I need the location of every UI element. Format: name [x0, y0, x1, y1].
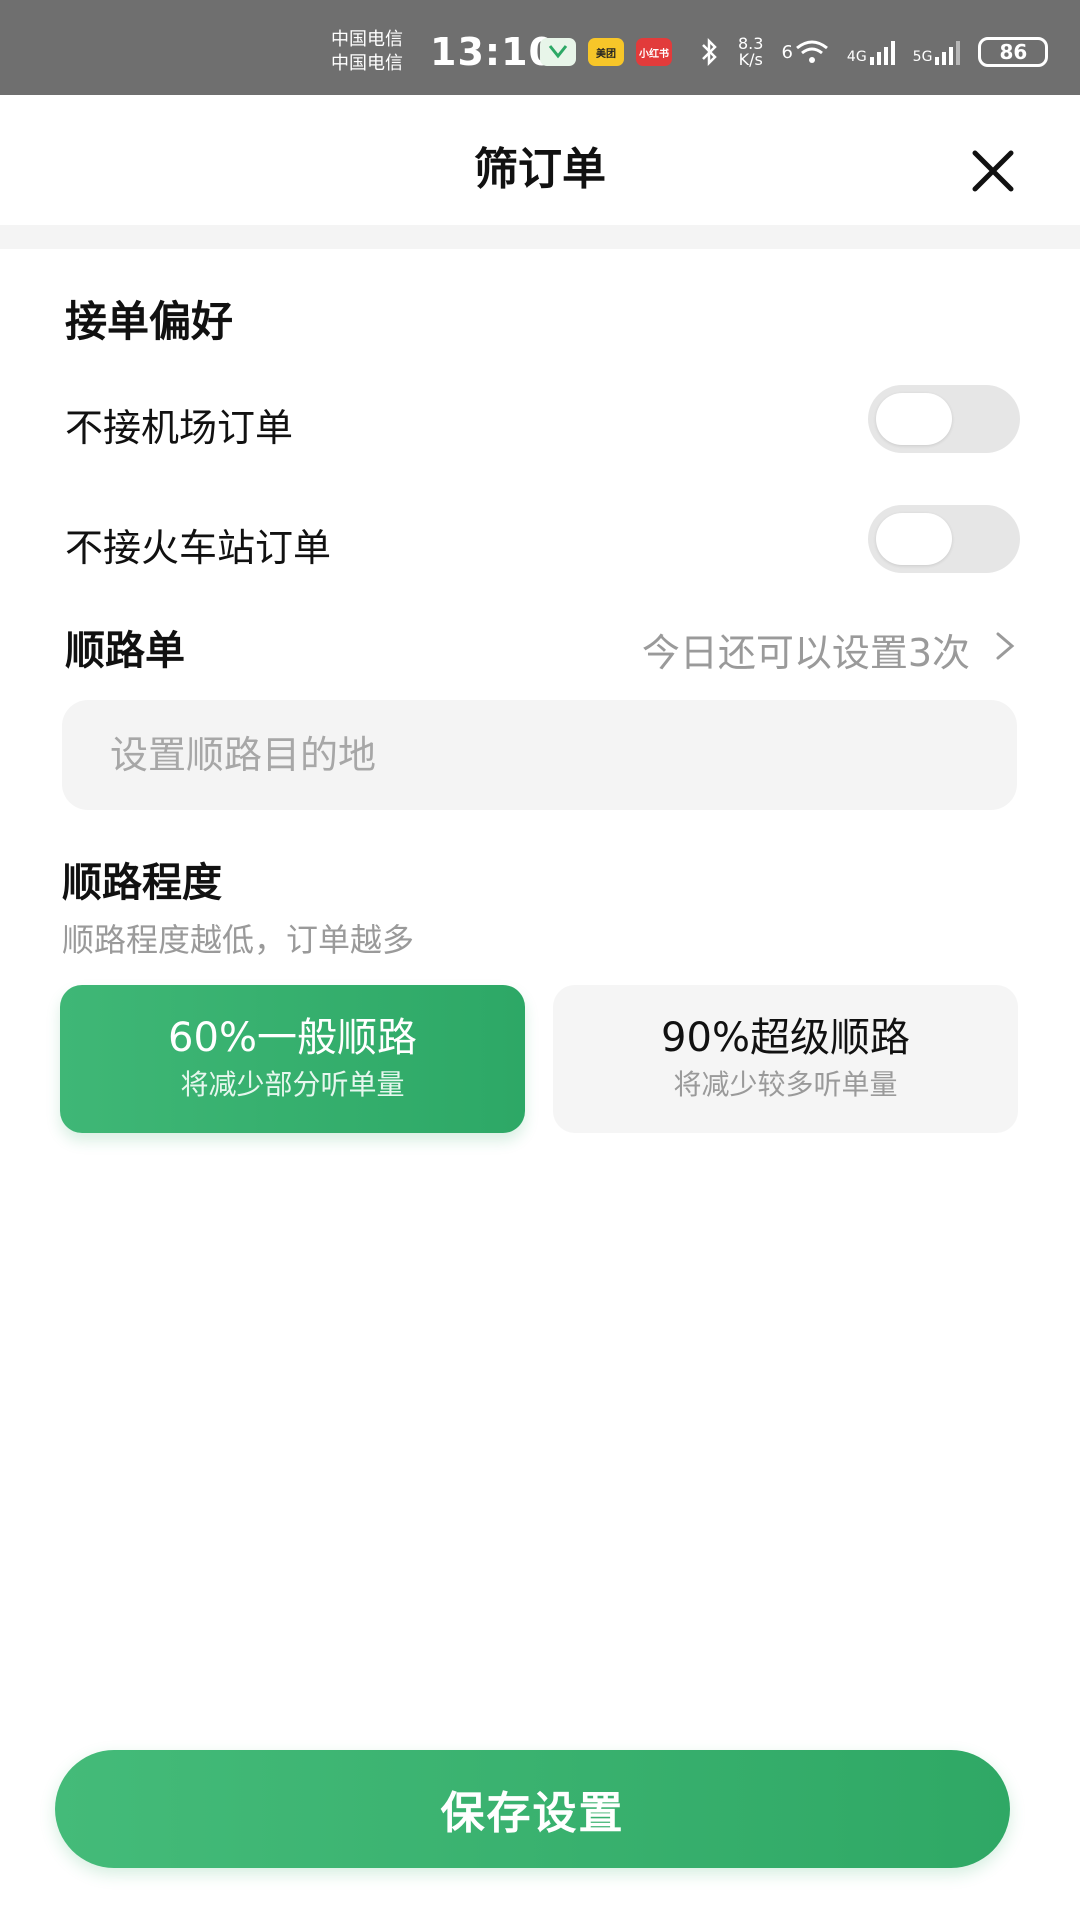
header-divider [0, 225, 1080, 249]
battery-indicator: 86 [978, 37, 1049, 67]
header: 筛订单 [0, 95, 1080, 225]
option-90-super[interactable]: 90%超级顺路 将减少较多听单量 [553, 985, 1018, 1133]
wechat-like-icon [540, 38, 576, 66]
signal-bars-icon [935, 39, 961, 65]
option-sub-label: 将减少较多听单量 [673, 1068, 898, 1101]
route-row[interactable]: 顺路单 今日还可以设置3次 [65, 618, 1020, 678]
close-icon[interactable] [965, 143, 1021, 199]
chevron-right-icon[interactable] [990, 626, 1020, 666]
route-destination-input[interactable] [62, 700, 1017, 810]
route-degree-title: 顺路程度 [62, 860, 222, 906]
notification-icons: 美团 小红书 [540, 38, 672, 66]
xiaohongshu-icon: 小红书 [636, 38, 672, 66]
signal-5g: 5G [913, 39, 961, 65]
carrier-1: 中国电信 [331, 29, 403, 50]
preferences-title: 接单偏好 [65, 297, 234, 346]
toggle-knob [876, 513, 952, 565]
page-title: 筛订单 [474, 144, 606, 195]
option-60-general[interactable]: 60%一般顺路 将减少部分听单量 [60, 985, 525, 1133]
carrier-2: 中国电信 [331, 53, 403, 74]
route-title: 顺路单 [65, 628, 185, 674]
bluetooth-icon [702, 37, 717, 67]
pref-label-airport: 不接机场订单 [65, 406, 294, 450]
toggle-train-station[interactable] [868, 505, 1020, 573]
pref-row-train-station: 不接火车站订单 [65, 505, 1020, 575]
wifi-icon [795, 40, 828, 63]
pref-label-train-station: 不接火车站订单 [65, 526, 332, 570]
signal-5g-label: 5G [912, 49, 933, 65]
toggle-airport[interactable] [868, 385, 1020, 453]
carrier-labels: 中国电信 中国电信 [331, 28, 403, 76]
signal-bars-icon [869, 39, 895, 65]
route-remaining-count: 今日还可以设置3次 [641, 631, 970, 675]
network-speed: 8.3 K/s [738, 36, 763, 68]
route-degree-subtitle: 顺路程度越低，订单越多 [62, 921, 415, 959]
option-main-label: 90%超级顺路 [661, 1015, 910, 1061]
option-sub-label: 将减少部分听单量 [180, 1068, 405, 1101]
meituan-icon: 美团 [588, 38, 624, 66]
signal-4g-label: 4G [846, 49, 867, 65]
clock: 13:10 [430, 30, 556, 74]
option-main-label: 60%一般顺路 [168, 1015, 417, 1061]
wifi-indicator: 6 [781, 39, 828, 65]
status-indicators: 8.3 K/s 6 4G 5G 86 [700, 36, 1049, 68]
save-settings-button[interactable]: 保存设置 [55, 1750, 1010, 1868]
wifi-label: 6 [781, 41, 793, 63]
speed-unit: K/s [738, 50, 763, 69]
signal-4g: 4G [847, 39, 895, 65]
status-bar: 中国电信 中国电信 13:10 美团 小红书 8.3 K/s 6 4G 5G 8… [0, 0, 1080, 95]
pref-row-airport: 不接机场订单 [65, 385, 1020, 455]
toggle-knob [876, 393, 952, 445]
